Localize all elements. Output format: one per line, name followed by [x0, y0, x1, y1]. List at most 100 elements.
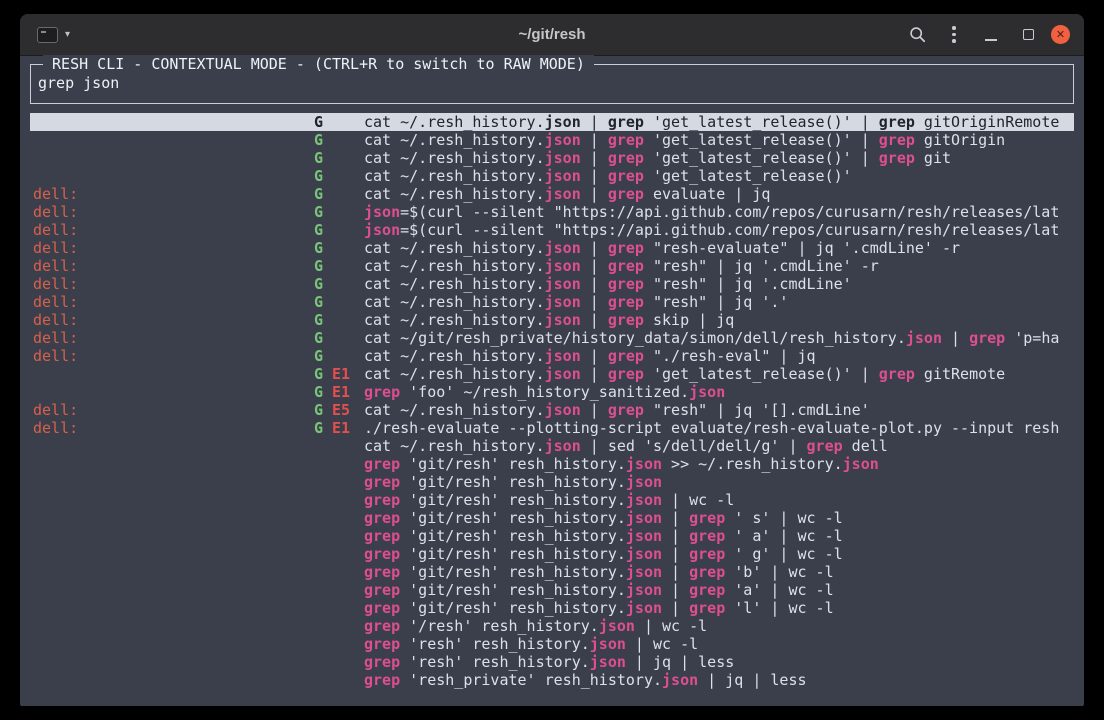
row-flag: G — [314, 383, 323, 401]
row-command: grep 'git/resh' resh_history.json — [364, 473, 1074, 491]
row-flags — [314, 617, 364, 635]
history-row[interactable]: ~/git/resh G cat ~/.resh_history.json | … — [30, 167, 1074, 185]
history-row[interactable]: …story_data/simon/dell_erasmus grep 'res… — [30, 635, 1074, 653]
row-location: …story_data/simon/dell_erasmus — [33, 545, 305, 563]
row-command: grep 'git/resh' resh_history.json | grep… — [364, 599, 1074, 617]
row-command: json=$(curl --silent "https://api.github… — [364, 221, 1074, 239]
history-row[interactable]: dell: ~/git/resh G cat ~/git/resh_privat… — [30, 329, 1074, 347]
row-flags — [314, 509, 364, 527]
row-location: …story_data/simon/dell_erasmus — [33, 491, 305, 509]
history-row[interactable]: …story_data/simon/dell_erasmus grep 'git… — [30, 455, 1074, 473]
history-row[interactable]: dell: ~/git/resh G cat ~/.resh_history.j… — [30, 293, 1074, 311]
row-flag: G — [314, 401, 323, 419]
history-row[interactable]: ~/git/resh G cat ~/.resh_history.json | … — [30, 113, 1074, 131]
history-row[interactable]: …story_data/simon/dell_erasmus grep 'git… — [30, 545, 1074, 563]
row-location: dell: ~/git/resh — [33, 257, 305, 275]
row-flags — [314, 491, 364, 509]
row-location: ~/git/resh — [33, 149, 305, 167]
minimize-icon — [985, 39, 997, 41]
row-host: dell: — [33, 419, 78, 437]
close-button[interactable]: ✕ — [1051, 25, 1070, 44]
row-location: dell: ~/git/resh — [33, 401, 305, 419]
history-row[interactable]: dell: ~/git/resh G json=$(curl --silent … — [30, 221, 1074, 239]
row-command: cat ~/.resh_history.json | grep skip | j… — [364, 311, 1074, 329]
history-row[interactable]: ~/git/resh G cat ~/.resh_history.json | … — [30, 131, 1074, 149]
history-row[interactable]: dell: ~/git/resh G cat ~/.resh_history.j… — [30, 311, 1074, 329]
row-flags: G — [314, 329, 364, 347]
row-flag: G — [314, 293, 323, 311]
row-command: cat ~/.resh_history.json | grep 'get_lat… — [364, 167, 1074, 185]
row-flags — [314, 671, 364, 689]
terminal-body: RESH CLI - CONTEXTUAL MODE - (CTRL+R to … — [20, 64, 1084, 689]
row-flags: G — [314, 131, 364, 149]
row-location: ~/git/resh — [33, 131, 305, 149]
row-location: …story_data/simon/dell_erasmus — [33, 653, 305, 671]
row-flags: GE1 — [314, 383, 364, 401]
row-flags: G — [314, 311, 364, 329]
row-command: grep '/resh' resh_history.json | wc -l — [364, 617, 1074, 635]
history-row[interactable]: ~/git/resh G cat ~/.resh_history.json | … — [30, 149, 1074, 167]
row-location: …story_data/simon/dell_erasmus — [33, 527, 305, 545]
history-row[interactable]: dell: ~/git/resh G cat ~/.resh_history.j… — [30, 275, 1074, 293]
row-flags: G — [314, 257, 364, 275]
history-row[interactable]: …story_data/simon/dell_erasmus grep 'git… — [30, 527, 1074, 545]
kebab-menu-icon — [952, 26, 956, 43]
history-row[interactable]: …story_data/simon/dell_erasmus grep 'git… — [30, 599, 1074, 617]
row-flag: G — [314, 221, 323, 239]
row-location: dell: ~/git/resh — [33, 221, 305, 239]
search-button[interactable] — [903, 21, 931, 49]
history-row[interactable]: dell: ~/git/resh G cat ~/.resh_history.j… — [30, 347, 1074, 365]
row-flags: GE5 — [314, 401, 364, 419]
history-row[interactable]: dell: ~/git/resh G json=$(curl --silent … — [30, 203, 1074, 221]
mode-banner: RESH CLI - CONTEXTUAL MODE - (CTRL+R to … — [43, 55, 594, 74]
row-location: dell: ~/git/resh — [33, 275, 305, 293]
history-row[interactable]: dell: ~/git/resh GE5 cat ~/.resh_history… — [30, 401, 1074, 419]
row-flags — [314, 527, 364, 545]
row-location: …story_data/simon/dell_erasmus — [33, 563, 305, 581]
history-row[interactable]: dell: ~/git/resh G cat ~/.resh_history.j… — [30, 239, 1074, 257]
history-row[interactable]: …story_data/simon/dell_erasmus grep 'git… — [30, 473, 1074, 491]
resh-search-box: RESH CLI - CONTEXTUAL MODE - (CTRL+R to … — [30, 64, 1074, 104]
history-row[interactable]: dell: ~/git/resh GE1 ./resh-evaluate --p… — [30, 419, 1074, 437]
menu-button[interactable] — [940, 21, 968, 49]
row-flags: G — [314, 167, 364, 185]
history-row[interactable]: dell: ~/git/resh G cat ~/.resh_history.j… — [30, 185, 1074, 203]
terminal-profile-button[interactable]: ▾ — [34, 24, 73, 46]
row-flag: G — [314, 185, 323, 203]
history-row[interactable]: …story_data/simon/dell_erasmus grep '/re… — [30, 617, 1074, 635]
history-row[interactable]: …story_data/simon/dell_erasmus grep 'git… — [30, 563, 1074, 581]
history-row[interactable]: ~/git/resh GE1 grep 'foo' ~/resh_history… — [30, 383, 1074, 401]
row-command: grep 'git/resh' resh_history.json | wc -… — [364, 491, 1074, 509]
row-flags: GE1 — [314, 365, 364, 383]
row-command: grep 'git/resh' resh_history.json | grep… — [364, 581, 1074, 599]
history-row[interactable]: dell: ~/git/resh G cat ~/.resh_history.j… — [30, 257, 1074, 275]
row-location: …story_data/simon/dell_erasmus — [33, 599, 305, 617]
history-row[interactable]: ~/git/resh GE1 cat ~/.resh_history.json … — [30, 365, 1074, 383]
row-location: …story_data/simon/dell_erasmus — [33, 617, 305, 635]
row-location: ~/git/resh — [33, 113, 305, 131]
row-command: grep 'foo' ~/resh_history_sanitized.json — [364, 383, 1074, 401]
row-flags — [314, 653, 364, 671]
row-command: cat ~/.resh_history.json | grep "resh" |… — [364, 293, 1074, 311]
terminal-window: ▾ ~/git/resh ✕ RESH CLI - — [20, 14, 1084, 706]
titlebar: ▾ ~/git/resh ✕ — [20, 14, 1084, 56]
row-location: dell: ~/git/resh — [33, 347, 305, 365]
row-flags: G — [314, 113, 364, 131]
history-row[interactable]: …story_data/simon/dell_erasmus grep 'res… — [30, 671, 1074, 689]
history-row[interactable]: …story_data/simon/dell_erasmus grep 'res… — [30, 653, 1074, 671]
history-row[interactable]: …story_data/simon/dell_erasmus grep 'git… — [30, 581, 1074, 599]
row-command: cat ~/.resh_history.json | grep "resh" |… — [364, 275, 1074, 293]
restore-button[interactable] — [1014, 21, 1042, 49]
row-flag: G — [314, 275, 323, 293]
history-row[interactable]: ~ cat ~/.resh_history.json | sed 's/dell… — [30, 437, 1074, 455]
minimize-button[interactable] — [977, 21, 1005, 49]
row-command: cat ~/.resh_history.json | grep evaluate… — [364, 185, 1074, 203]
history-row[interactable]: …story_data/simon/dell_erasmus grep 'git… — [30, 509, 1074, 527]
row-flags — [314, 473, 364, 491]
row-flag: G — [314, 347, 323, 365]
history-row[interactable]: …story_data/simon/dell_erasmus grep 'git… — [30, 491, 1074, 509]
row-command: grep 'git/resh' resh_history.json | grep… — [364, 527, 1074, 545]
row-command: cat ~/.resh_history.json | grep 'get_lat… — [364, 131, 1074, 149]
row-flags: G — [314, 275, 364, 293]
row-flag: G — [314, 257, 323, 275]
